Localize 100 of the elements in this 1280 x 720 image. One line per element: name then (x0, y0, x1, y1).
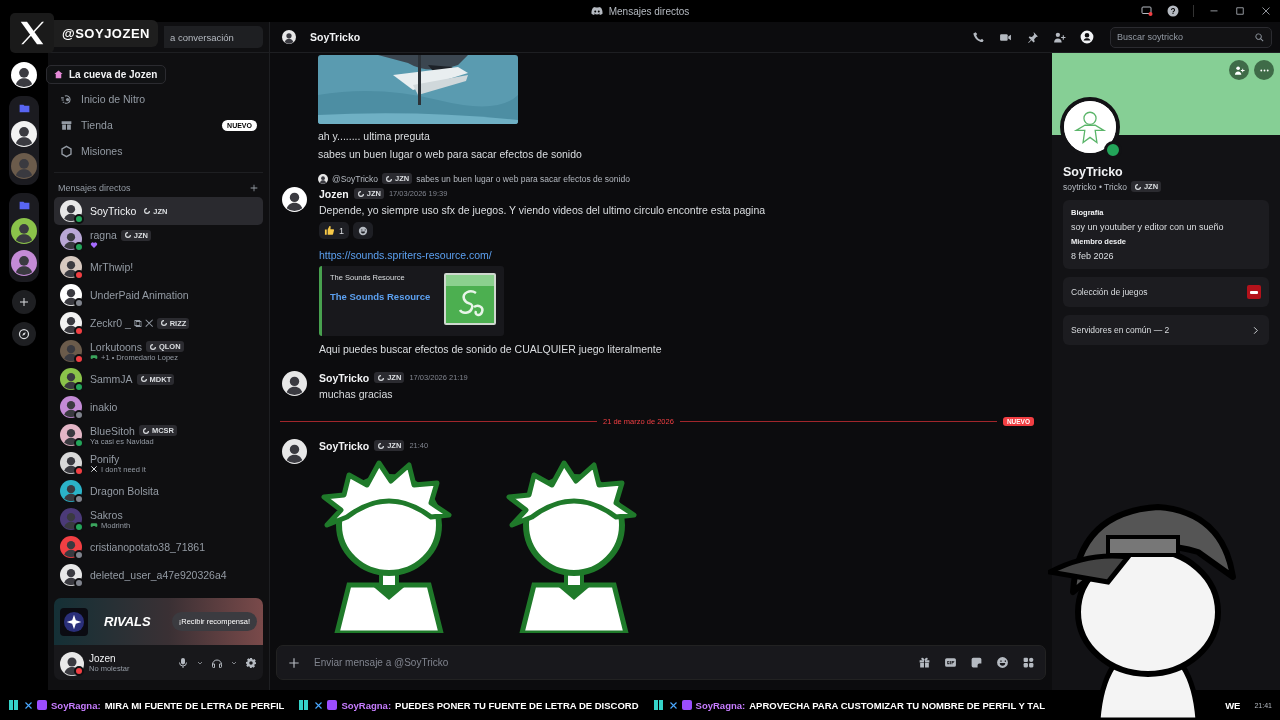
add-user-icon[interactable] (1053, 30, 1066, 44)
apps-icon[interactable] (1022, 656, 1035, 669)
avatar (60, 480, 82, 502)
search-field[interactable]: a conversación (164, 26, 263, 48)
crescent-icon (377, 373, 386, 382)
gif-icon[interactable] (944, 656, 957, 669)
badge-icon (298, 699, 311, 711)
message-input[interactable]: Enviar mensaje a @SoyTricko (276, 645, 1046, 680)
avatar (282, 187, 307, 212)
crescent-icon (377, 441, 386, 450)
dm-item[interactable]: inakio (54, 393, 263, 421)
server-icon (11, 153, 37, 179)
dm-name: Dragon Bolsita (90, 485, 159, 497)
crescent-icon (143, 207, 152, 215)
crescent-icon (159, 319, 168, 327)
sticker-icon[interactable] (970, 656, 983, 669)
dm-name: SammJA (90, 373, 133, 385)
close-icon[interactable] (1260, 5, 1272, 17)
microphone-icon[interactable] (177, 656, 189, 669)
dm-item[interactable]: MrThwip! (54, 253, 263, 281)
settings-icon[interactable] (245, 656, 257, 669)
games-label: Colección de juegos (1071, 287, 1148, 297)
tooltip-text: La cueva de Jozen (69, 69, 158, 80)
crescent-icon (139, 375, 148, 383)
dm-name: UnderPaid Animation (90, 289, 189, 301)
crescent-icon (356, 189, 365, 198)
avatar (60, 284, 82, 306)
server-icon (11, 218, 37, 244)
chat-username: SoyRagna: (695, 699, 746, 711)
dm-item[interactable]: deleted_user_a47e920326a4 (54, 561, 263, 589)
games-row[interactable]: Colección de juegos (1063, 277, 1269, 307)
dm-name: cristianopotato38_71861 (90, 541, 205, 553)
mutual-servers-row[interactable]: Servidores en común — 2 (1063, 315, 1269, 345)
link[interactable]: https://sounds.spriters-resource.com/ (319, 246, 766, 264)
compass-icon (18, 328, 30, 340)
server-folder[interactable] (9, 193, 39, 282)
pin-icon[interactable] (1026, 30, 1039, 44)
server-folder[interactable] (9, 96, 39, 185)
avatar (60, 368, 82, 390)
shop-icon (60, 118, 73, 132)
search-field[interactable]: Buscar soytricko (1110, 26, 1272, 48)
reaction-count: 1 (339, 225, 344, 236)
game-icon (63, 610, 85, 633)
discover-button[interactable] (12, 322, 36, 346)
dm-name: Sakros (90, 508, 123, 521)
message-text: ah y........ ultima preguta (318, 129, 431, 144)
avatar (60, 256, 82, 278)
section-header: Mensajes directos (58, 183, 131, 193)
avatar (60, 651, 84, 676)
dm-name: SoyTricko (90, 205, 137, 217)
chat-username: SoyRagna: (51, 699, 101, 711)
help-icon[interactable] (1167, 5, 1179, 17)
crescent-icon (1133, 182, 1142, 191)
search-icon (1254, 31, 1265, 43)
chat-message: MIRA MI FUENTE DE LETRA DE PERFIL (104, 699, 285, 711)
nav-label: Misiones (81, 145, 124, 157)
message-text: sabes un buen lugar o web para sacar efectos de sonido (318, 147, 583, 162)
game-icon (1247, 285, 1261, 299)
avatar (60, 452, 82, 474)
avatar (60, 564, 82, 586)
embed-title[interactable]: The Sounds Resource (330, 291, 431, 302)
add-reaction-button[interactable] (353, 222, 373, 239)
badge-icon (327, 700, 338, 710)
plus-icon (18, 296, 30, 308)
avatar (60, 536, 82, 558)
nav-item[interactable]: Misiones (54, 138, 263, 164)
author-name: Jozen (319, 187, 349, 200)
maximize-icon[interactable] (1234, 5, 1246, 17)
gift-icon[interactable] (918, 656, 931, 669)
dm-name: Zeckr0 _ ⧉ ✕ (90, 316, 153, 330)
thumbs-up-icon (324, 225, 335, 236)
mutual-servers-label: Servidores en común — 2 (1071, 325, 1170, 335)
phone-icon[interactable] (972, 30, 985, 44)
add-friend-button[interactable] (1229, 60, 1249, 80)
avatar (60, 396, 82, 418)
server-icon (11, 62, 37, 88)
more-button[interactable] (1254, 60, 1274, 80)
badge-icon (8, 699, 20, 711)
crescent-icon (385, 174, 394, 183)
screen-share-icon[interactable] (1141, 5, 1153, 17)
avatar (60, 424, 82, 446)
crescent-icon (141, 426, 150, 435)
plus-icon[interactable] (287, 655, 301, 670)
dm-item[interactable]: Dragon Bolsita (54, 477, 263, 505)
thumbnail-icon (444, 273, 496, 325)
headphones-icon[interactable] (211, 656, 223, 669)
reaction-button[interactable]: 1 (319, 222, 349, 239)
profile-icon[interactable] (1080, 30, 1094, 44)
avatar (60, 200, 82, 222)
nav-item[interactable]: Inicio de Nitro (54, 86, 263, 112)
chat-message: WE (1225, 699, 1241, 711)
dm-item[interactable]: UnderPaid Animation (54, 281, 263, 309)
emoji-icon[interactable] (996, 656, 1009, 669)
dm-item[interactable]: cristianopotato38_71861 (54, 533, 263, 561)
badge-icon (652, 699, 665, 711)
message-text: Aqui puedes buscar efectos de sonido de CUALQUIER juego literalmente (319, 342, 663, 357)
author-name: SoyTricko (319, 439, 370, 452)
add-server-button[interactable] (12, 290, 36, 314)
folder-icon (17, 102, 31, 115)
chat-message: APROVECHA PARA CUSTOMIZAR TU NOMBRE DE PERFIL Y TAL (749, 699, 1046, 711)
